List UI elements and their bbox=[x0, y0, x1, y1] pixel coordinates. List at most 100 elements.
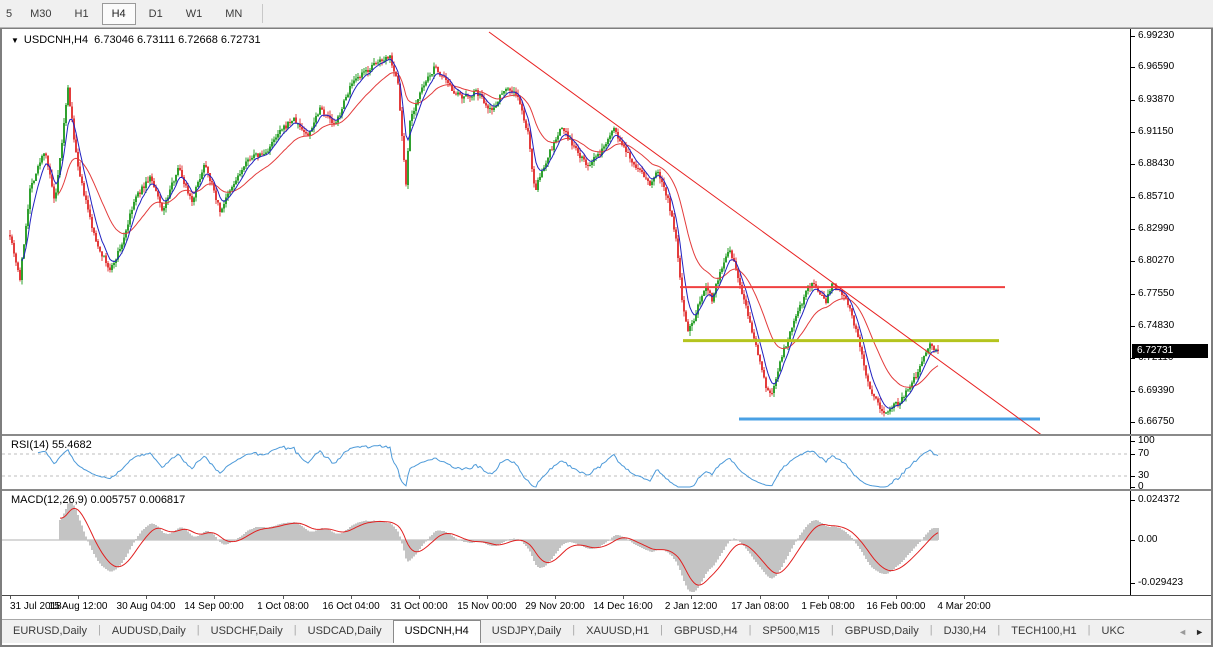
date-tick bbox=[487, 596, 488, 599]
macd-plot-area[interactable]: MACD(12,26,9) 0.005757 0.006817 bbox=[2, 491, 1130, 595]
chart-symbol: USDCNH,H4 bbox=[24, 34, 88, 46]
macd-tick-label: 0.00 bbox=[1138, 534, 1157, 545]
rsi-label: RSI(14) 55.4682 bbox=[11, 439, 92, 451]
macd-label: MACD(12,26,9) 0.005757 0.006817 bbox=[11, 494, 185, 506]
timeframe-button-H4[interactable]: H4 bbox=[102, 3, 136, 25]
chart-tab-TECH100-H1[interactable]: TECH100,H1 bbox=[1000, 620, 1087, 643]
tick-dash bbox=[1131, 229, 1135, 230]
tab-scroll-right-icon[interactable]: ► bbox=[1195, 627, 1204, 637]
price-axis[interactable]: 6.72731 6.99230 6.96590 6.93870 6.91150 6.88… bbox=[1130, 29, 1211, 434]
date-label: 29 Nov 20:00 bbox=[525, 601, 585, 612]
macd-chart-svg bbox=[2, 491, 1130, 595]
price-panel: ▼USDCNH,H4 6.730466.731116.726686.72731 … bbox=[2, 29, 1211, 434]
price-tick: 6.88430 bbox=[1131, 158, 1174, 170]
tick-dash bbox=[1131, 132, 1135, 133]
macd-axis[interactable]: 0.024372 0.00 -0.029423 bbox=[1130, 491, 1211, 595]
date-axis[interactable]: 31 Jul 201815 Aug 12:0030 Aug 04:0014 Se… bbox=[2, 595, 1211, 619]
timeframe-button-D1[interactable]: D1 bbox=[139, 3, 173, 25]
rsi-tick-label: 30 bbox=[1138, 470, 1149, 481]
tick-dash bbox=[1131, 422, 1135, 423]
date-label: 4 Mar 20:00 bbox=[937, 601, 990, 612]
timeframe-button-5[interactable]: 5 bbox=[1, 3, 17, 25]
macd-tick: 0.024372 bbox=[1131, 494, 1180, 506]
timeframe-button-M30[interactable]: M30 bbox=[20, 3, 61, 25]
price-tick-label: 6.77550 bbox=[1138, 288, 1174, 299]
price-tick: 6.82990 bbox=[1131, 223, 1174, 235]
quote-low: 6.72668 bbox=[178, 34, 218, 46]
tick-dash bbox=[1131, 67, 1135, 68]
macd-tick-label: -0.029423 bbox=[1138, 577, 1183, 588]
price-tick-label: 6.88430 bbox=[1138, 158, 1174, 169]
price-tick: 6.93870 bbox=[1131, 94, 1174, 106]
date-label: 14 Sep 00:00 bbox=[184, 601, 244, 612]
price-tick: 6.66750 bbox=[1131, 416, 1174, 428]
price-tick: 6.77550 bbox=[1131, 288, 1174, 300]
macd-tick: 0.00 bbox=[1131, 534, 1157, 546]
price-tick: 6.96590 bbox=[1131, 61, 1174, 73]
chart-tab-GBPUSD-Daily[interactable]: GBPUSD,Daily bbox=[834, 620, 930, 643]
date-label: 1 Feb 08:00 bbox=[801, 601, 854, 612]
chart-tab-USDCHF-Daily[interactable]: USDCHF,Daily bbox=[200, 620, 294, 643]
price-tick-label: 6.96590 bbox=[1138, 61, 1174, 72]
date-tick bbox=[691, 596, 692, 599]
rsi-tick-label: 70 bbox=[1138, 448, 1149, 459]
chart-tab-USDCNH-H4[interactable]: USDCNH,H4 bbox=[393, 620, 481, 643]
rsi-tick: 70 bbox=[1131, 448, 1149, 460]
price-tick: 6.91150 bbox=[1131, 126, 1173, 138]
tick-dash bbox=[1131, 36, 1135, 37]
timeframe-button-W1[interactable]: W1 bbox=[176, 3, 213, 25]
tab-scroll-arrows: ◄ ► bbox=[1174, 620, 1208, 643]
tick-dash bbox=[1131, 294, 1135, 295]
timeframe-button-MN[interactable]: MN bbox=[215, 3, 252, 25]
current-price-box: 6.72731 bbox=[1132, 344, 1208, 358]
price-tick: 6.85710 bbox=[1131, 191, 1174, 203]
timeframe-button-H1[interactable]: H1 bbox=[65, 3, 99, 25]
price-tick-label: 6.99230 bbox=[1138, 30, 1174, 41]
date-tick bbox=[419, 596, 420, 599]
chart-tab-EURUSD-Daily[interactable]: EURUSD,Daily bbox=[2, 620, 98, 643]
chart-tab-SP500-M15[interactable]: SP500,M15 bbox=[751, 620, 830, 643]
date-label: 2 Jan 12:00 bbox=[665, 601, 717, 612]
quote-close: 6.72731 bbox=[221, 34, 261, 46]
tab-scroll-left-icon[interactable]: ◄ bbox=[1178, 627, 1187, 637]
date-tick bbox=[623, 596, 624, 599]
date-label: 1 Oct 08:00 bbox=[257, 601, 309, 612]
chart-tab-USDJPY-Daily[interactable]: USDJPY,Daily bbox=[481, 620, 573, 643]
chart-dropdown-icon[interactable]: ▼ bbox=[11, 36, 19, 45]
chart-header: ▼USDCNH,H4 6.730466.731116.726686.72731 bbox=[11, 34, 264, 46]
rsi-tick-label: 100 bbox=[1138, 435, 1155, 446]
date-label: 15 Aug 12:00 bbox=[49, 601, 108, 612]
price-tick-label: 6.85710 bbox=[1138, 191, 1174, 202]
rsi-chart-svg bbox=[2, 436, 1130, 489]
price-tick-label: 6.69390 bbox=[1138, 385, 1174, 396]
chart-tab-DJ30-H4[interactable]: DJ30,H4 bbox=[933, 620, 998, 643]
chart-tab-AUDUSD-Daily[interactable]: AUDUSD,Daily bbox=[101, 620, 197, 643]
date-label: 30 Aug 04:00 bbox=[117, 601, 176, 612]
price-chart-svg bbox=[2, 29, 1130, 434]
chart-window: ▼USDCNH,H4 6.730466.731116.726686.72731 … bbox=[0, 28, 1213, 647]
date-tick bbox=[828, 596, 829, 599]
date-label: 17 Jan 08:00 bbox=[731, 601, 789, 612]
chart-tab-XAUUSD-H1[interactable]: XAUUSD,H1 bbox=[575, 620, 660, 643]
chart-tab-GBPUSD-H4[interactable]: GBPUSD,H4 bbox=[663, 620, 749, 643]
rsi-plot-area[interactable]: RSI(14) 55.4682 bbox=[2, 436, 1130, 489]
date-tick bbox=[214, 596, 215, 599]
macd-tick: -0.029423 bbox=[1131, 577, 1183, 589]
price-tick-label: 6.80270 bbox=[1138, 255, 1174, 266]
tick-dash bbox=[1131, 358, 1135, 359]
chart-tab-UKC[interactable]: UKC bbox=[1091, 620, 1136, 643]
tick-dash bbox=[1131, 197, 1135, 198]
tick-dash bbox=[1131, 164, 1135, 165]
price-tick-label: 6.93870 bbox=[1138, 94, 1174, 105]
descending-trendline bbox=[489, 32, 1043, 434]
price-plot-area[interactable]: ▼USDCNH,H4 6.730466.731116.726686.72731 bbox=[2, 29, 1130, 434]
price-tick: 6.69390 bbox=[1131, 385, 1174, 397]
date-tick bbox=[896, 596, 897, 599]
chart-tab-USDCAD-Daily[interactable]: USDCAD,Daily bbox=[297, 620, 393, 643]
price-tick-label: 6.82990 bbox=[1138, 223, 1174, 234]
price-tick: 6.99230 bbox=[1131, 30, 1174, 42]
price-tick: 6.80270 bbox=[1131, 255, 1174, 267]
rsi-axis[interactable]: 10070300 bbox=[1130, 436, 1211, 489]
date-tick bbox=[10, 596, 11, 599]
date-tick bbox=[555, 596, 556, 599]
